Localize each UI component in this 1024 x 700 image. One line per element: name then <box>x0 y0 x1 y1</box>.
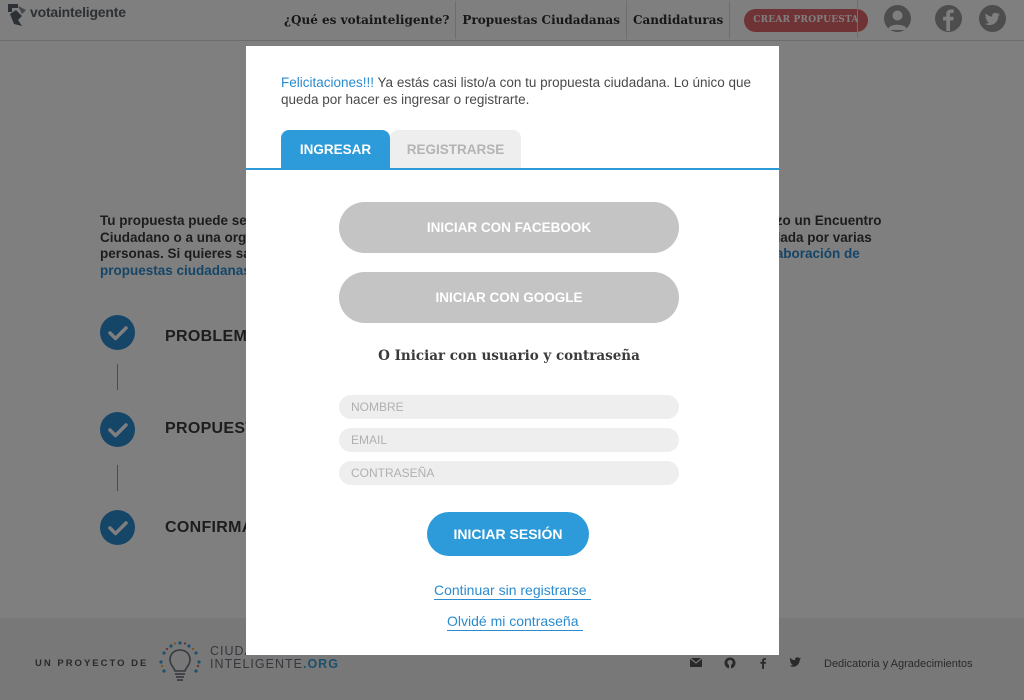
continue-without-register-link[interactable]: Continuar sin registrarse <box>434 582 591 600</box>
tab-registrarse[interactable]: REGISTRARSE <box>390 130 521 168</box>
login-modal: Felicitaciones!!! Ya estás casi listo/a … <box>246 46 779 655</box>
login-submit-button[interactable]: INICIAR SESIÓN <box>427 512 589 556</box>
congrats-text: Felicitaciones!!! <box>281 75 375 90</box>
tab-ingresar[interactable]: INGRESAR <box>281 130 390 168</box>
password-field[interactable] <box>339 461 679 485</box>
alt-login-heading: O Iniciar con usuario y contraseña <box>378 348 640 364</box>
modal-message: Felicitaciones!!! Ya estás casi listo/a … <box>281 75 756 108</box>
google-login-button[interactable]: INICIAR CON GOOGLE <box>339 272 679 323</box>
forgot-password-link[interactable]: Olvidé mi contraseña <box>447 613 583 631</box>
facebook-login-button[interactable]: INICIAR CON FACEBOOK <box>339 202 679 253</box>
name-field[interactable] <box>339 395 679 419</box>
email-field[interactable] <box>339 428 679 452</box>
tab-underline <box>246 168 779 170</box>
